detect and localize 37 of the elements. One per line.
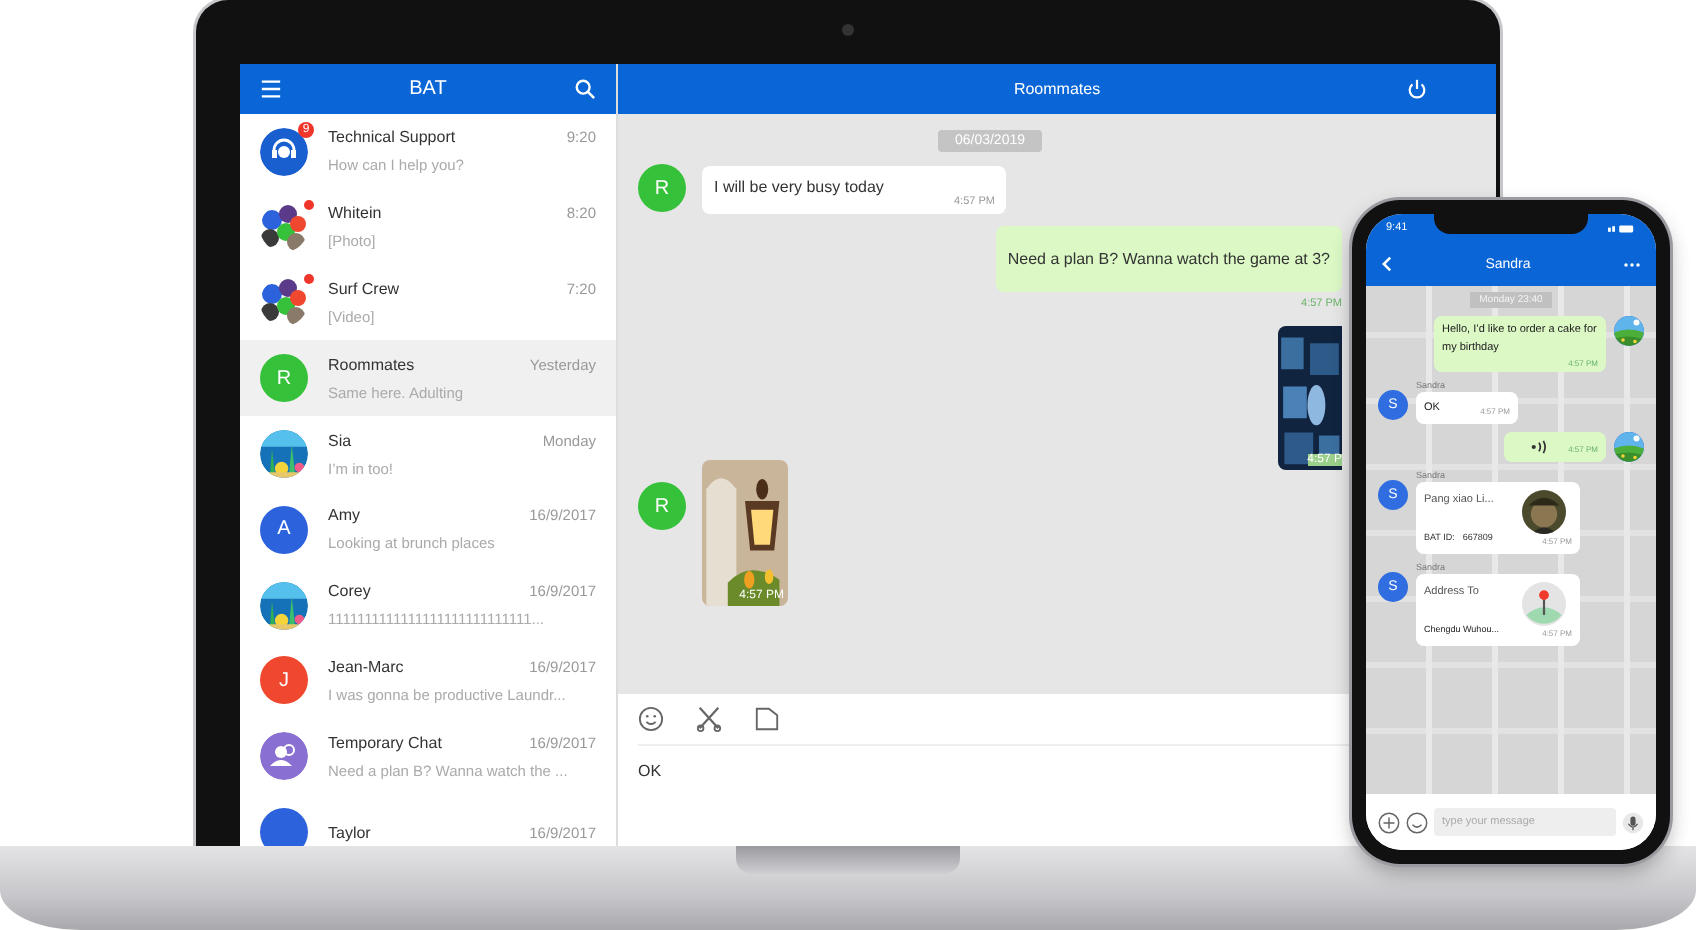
power-icon[interactable]	[1406, 78, 1428, 100]
message-input[interactable]: OK	[638, 746, 1038, 780]
chat-name: Corey	[328, 582, 371, 601]
emoji-icon[interactable]	[1406, 811, 1428, 833]
chat-title: Roommates	[1013, 80, 1101, 98]
map-pin-icon	[1522, 582, 1566, 627]
avatar: A	[260, 505, 308, 554]
folder-icon[interactable]	[754, 706, 780, 732]
chat-name: Temporary Chat	[328, 733, 442, 752]
chat-name: Taylor	[328, 823, 371, 842]
voice-icon	[1528, 440, 1550, 455]
chat-name: Jean-Marc	[328, 657, 404, 676]
more-icon[interactable]	[1623, 261, 1640, 267]
search-icon[interactable]	[574, 78, 596, 100]
plus-icon[interactable]	[1378, 811, 1400, 833]
chat-name: Amy	[328, 506, 360, 525]
avatar-collage-drawing	[260, 278, 308, 327]
message-text: Need a plan B? Wanna watch the game at 3?	[1007, 250, 1330, 268]
chat-name: Technical Support	[328, 128, 456, 147]
chat-name: Whitein	[328, 204, 382, 223]
camera-icon	[842, 24, 854, 36]
message-text: I will be very busy today	[714, 178, 884, 196]
scissors-icon[interactable]	[696, 706, 722, 732]
back-icon[interactable]	[1382, 256, 1392, 272]
battery-icon	[1608, 223, 1636, 233]
chat-name: Sia	[328, 431, 352, 450]
avatar: R	[638, 164, 686, 212]
avatar: R	[260, 354, 308, 403]
avatar-collage-drawing	[260, 203, 308, 252]
chat-name: Surf Crew	[328, 279, 400, 298]
app-title: BAT	[409, 78, 447, 100]
avatar: J	[260, 656, 308, 705]
avatar: R	[638, 482, 686, 530]
microphone-icon[interactable]	[1622, 811, 1644, 833]
emoji-icon[interactable]	[638, 706, 664, 732]
menu-icon[interactable]	[260, 78, 282, 100]
chat-name: Roommates	[328, 355, 415, 374]
